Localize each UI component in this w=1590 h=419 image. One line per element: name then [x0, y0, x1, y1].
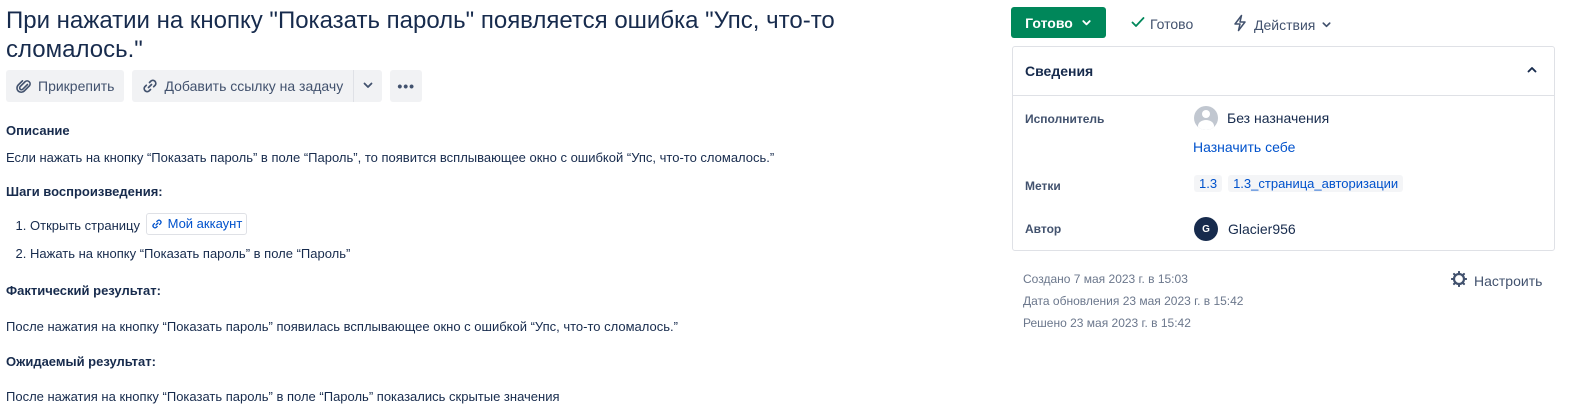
chevron-up-icon — [1526, 63, 1538, 79]
updated-date: Дата обновления 23 мая 2023 г. в 15:42 — [1023, 294, 1244, 308]
reporter-name: Glacier956 — [1228, 221, 1296, 237]
assignee-name: Без назначения — [1227, 110, 1330, 126]
expected-result-text: После нажатия на кнопку “Показать пароль… — [6, 389, 560, 404]
actual-result-heading: Фактический результат: — [6, 283, 161, 298]
list-item: Открыть страницу Мой аккаунт — [30, 212, 350, 240]
list-item: Нажать на кнопку “Показать пароль” в пол… — [30, 240, 350, 268]
link-icon — [151, 218, 163, 230]
chevron-down-icon — [1321, 17, 1332, 33]
actions-label: Действия — [1254, 16, 1316, 33]
issue-toolbar: Прикрепить Добавить ссылку на задачу ••• — [6, 70, 423, 102]
link-issue-dropdown-button[interactable] — [354, 70, 382, 102]
label-chip[interactable]: 1.3_страница_авторизации — [1228, 175, 1404, 192]
attach-button[interactable]: Прикрепить — [6, 70, 125, 102]
labels-value: 1.3 1.3_страница_авторизации — [1194, 175, 1409, 192]
steps-heading: Шаги воспроизведения: — [6, 184, 163, 199]
resolution-label: Готово — [1150, 15, 1194, 32]
status-label: Готово — [1025, 14, 1073, 31]
my-account-link-label: Мой аккаунт — [167, 216, 243, 231]
assignee-value[interactable]: Без назначения — [1194, 106, 1329, 130]
reporter-value[interactable]: G Glacier956 — [1194, 217, 1296, 241]
labels-label: Метки — [1025, 179, 1061, 193]
link-issue-label: Добавить ссылку на задачу — [164, 78, 344, 94]
avatar — [1194, 106, 1218, 130]
resolved-date: Решено 23 мая 2023 г. в 15:42 — [1023, 316, 1191, 330]
actual-result-text: После нажатия на кнопку “Показать пароль… — [6, 319, 678, 334]
step-text: Нажать на кнопку “Показать пароль” в пол… — [30, 246, 351, 261]
chevron-down-icon — [362, 78, 374, 94]
configure-button[interactable]: Настроить — [1450, 270, 1542, 291]
gear-icon — [1450, 270, 1468, 291]
my-account-link[interactable]: Мой аккаунт — [145, 213, 248, 235]
chevron-down-icon — [1081, 15, 1092, 31]
link-issue-button[interactable]: Добавить ссылку на задачу — [132, 70, 353, 102]
assignee-label: Исполнитель — [1025, 112, 1105, 126]
reporter-label: Автор — [1025, 222, 1062, 236]
more-actions-button[interactable]: ••• — [390, 70, 423, 102]
steps-list: Открыть страницу Мой аккаунт Нажать на к… — [6, 212, 350, 268]
paperclip-icon — [14, 76, 34, 96]
details-panel: Сведения Исполнитель Без назначения Назн… — [1012, 46, 1555, 251]
expected-result-heading: Ожидаемый результат: — [6, 354, 156, 369]
more-icon: ••• — [397, 78, 416, 94]
step-text: Открыть страницу — [30, 218, 140, 233]
issue-title[interactable]: При нажатии на кнопку "Показать пароль" … — [6, 6, 886, 64]
actions-button[interactable]: Действия — [1232, 14, 1332, 35]
configure-label: Настроить — [1474, 272, 1543, 289]
description-text: Если нажать на кнопку “Показать пароль” … — [6, 150, 775, 165]
checkmark-icon — [1130, 14, 1146, 33]
description-heading: Описание — [6, 123, 70, 138]
status-transition-button[interactable]: Готово — [1011, 7, 1106, 38]
link-icon — [140, 76, 160, 96]
details-heading: Сведения — [1025, 63, 1094, 79]
attach-label: Прикрепить — [38, 78, 115, 94]
link-issue-split: Добавить ссылку на задачу — [132, 70, 383, 102]
details-panel-header[interactable]: Сведения — [1013, 47, 1554, 96]
lightning-icon — [1232, 14, 1248, 35]
avatar: G — [1194, 217, 1218, 241]
assign-to-me-link[interactable]: Назначить себе — [1193, 139, 1295, 155]
resolution-indicator: Готово — [1130, 14, 1193, 33]
label-chip[interactable]: 1.3 — [1194, 175, 1223, 192]
created-date: Создано 7 мая 2023 г. в 15:03 — [1023, 272, 1188, 286]
